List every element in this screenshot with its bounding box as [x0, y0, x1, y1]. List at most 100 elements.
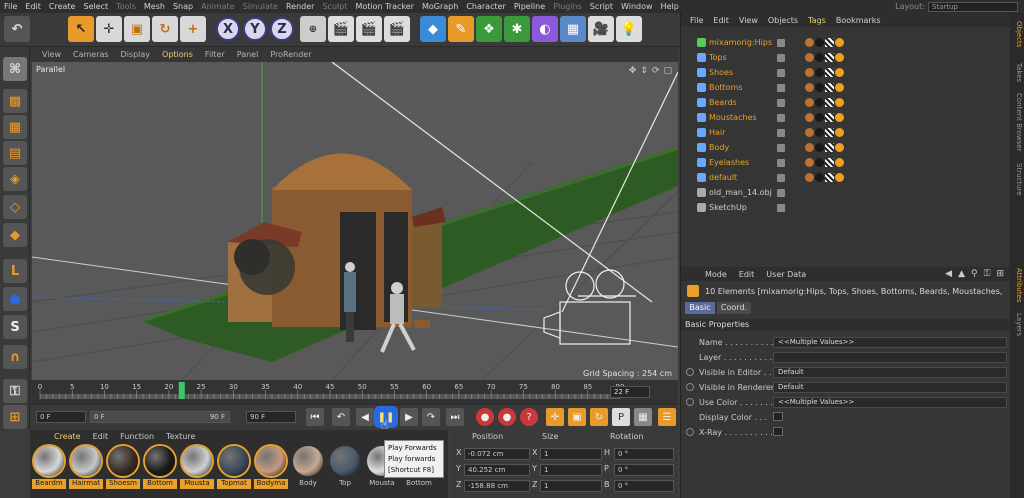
menu-motion-tracker[interactable]: Motion Tracker: [351, 2, 418, 11]
floor-icon[interactable]: ▦: [560, 16, 586, 42]
material-tag-icon[interactable]: [805, 128, 814, 137]
frame-range-slider[interactable]: 0 F 90 F: [90, 411, 230, 423]
viewport-menu-display[interactable]: Display: [115, 50, 157, 59]
up-arrow-icon[interactable]: ▲: [958, 269, 965, 279]
record-keys-icon[interactable]: ●: [476, 408, 494, 426]
key-position-icon[interactable]: ✛: [546, 408, 564, 426]
make-editable-icon[interactable]: ⌘: [3, 57, 27, 81]
coordinate-system-icon[interactable]: ⊕: [300, 16, 326, 42]
object-row-sketchup[interactable]: SketchUp: [681, 200, 1011, 215]
menu-edit[interactable]: Edit: [21, 2, 45, 11]
material-tag-icon[interactable]: [815, 38, 824, 47]
menu-plugins[interactable]: Plugins: [549, 2, 586, 11]
material-bodyma[interactable]: Bodyma: [254, 446, 288, 498]
object-name[interactable]: Beards: [709, 98, 737, 107]
material-tag-icon[interactable]: [825, 98, 834, 107]
visibility-toggle-icon[interactable]: [777, 129, 785, 137]
material-tag-icon[interactable]: [825, 38, 834, 47]
menu-create[interactable]: Create: [45, 2, 80, 11]
material-menu-texture[interactable]: Texture: [160, 432, 201, 441]
attribute-value[interactable]: [773, 351, 1007, 363]
object-name[interactable]: Shoes: [709, 68, 733, 77]
material-tag-icon[interactable]: [835, 68, 844, 77]
viewport-menu-panel[interactable]: Panel: [231, 50, 265, 59]
material-tag-icon[interactable]: [835, 53, 844, 62]
attribute-value[interactable]: Default: [773, 366, 1007, 378]
object-row-eyelashes[interactable]: Eyelashes: [681, 155, 1011, 170]
keyframe-selection-icon[interactable]: ?: [520, 408, 538, 426]
rotate-tool-icon[interactable]: ↻: [152, 16, 178, 42]
visibility-toggle-icon[interactable]: [777, 174, 785, 182]
material-tag-icon[interactable]: [815, 158, 824, 167]
select-tool-icon[interactable]: ↖: [68, 16, 94, 42]
material-hairmat[interactable]: Hairmat: [69, 446, 103, 498]
attribute-menu-user-data[interactable]: User Data: [760, 270, 812, 279]
render-settings-icon[interactable]: 🎬: [384, 16, 410, 42]
material-tag-icon[interactable]: [815, 113, 824, 122]
render-picture-viewer-icon[interactable]: 🎬: [356, 16, 382, 42]
material-tag-icon[interactable]: [835, 83, 844, 92]
coord-p-rotation[interactable]: 0 °: [614, 464, 674, 476]
menu-tools[interactable]: Tools: [112, 2, 140, 11]
material-tag-icon[interactable]: [805, 38, 814, 47]
autokeying-icon[interactable]: ●: [498, 408, 516, 426]
object-name[interactable]: mixamorig:Hips: [709, 38, 772, 47]
material-tag-icon[interactable]: [835, 173, 844, 182]
material-tag-icon[interactable]: [815, 83, 824, 92]
search-icon[interactable]: ⚲: [971, 269, 978, 279]
animation-toggle-icon[interactable]: [686, 383, 694, 391]
menu-file[interactable]: File: [0, 2, 21, 11]
visibility-toggle-icon[interactable]: [777, 114, 785, 122]
attribute-value[interactable]: <<Multiple Values>>: [773, 336, 1007, 348]
viewport-menu-options[interactable]: Options: [156, 50, 199, 59]
cube-icon[interactable]: ◆: [420, 16, 446, 42]
pen-tool-icon[interactable]: ✎: [448, 16, 474, 42]
object-row-shoes[interactable]: Shoes: [681, 65, 1011, 80]
material-topmat[interactable]: Topmat: [217, 446, 251, 498]
timeline-playhead[interactable]: [178, 382, 185, 399]
object-menu-objects[interactable]: Objects: [763, 16, 803, 25]
menu-mograph[interactable]: MoGraph: [418, 2, 462, 11]
tab-basic[interactable]: Basic: [685, 302, 715, 314]
axis-z-button[interactable]: Z: [270, 17, 294, 41]
menu-snap[interactable]: Snap: [169, 2, 197, 11]
back-arrow-icon[interactable]: ◀: [945, 269, 952, 279]
material-mousta[interactable]: Mousta: [180, 446, 214, 498]
object-menu-file[interactable]: File: [685, 16, 708, 25]
object-name[interactable]: Hair: [709, 128, 725, 137]
material-tag-icon[interactable]: [825, 158, 834, 167]
render-view-icon[interactable]: 🎬: [328, 16, 354, 42]
pan-icon[interactable]: ✥: [629, 66, 637, 76]
object-menu-bookmarks[interactable]: Bookmarks: [831, 16, 886, 25]
attribute-menu-edit[interactable]: Edit: [733, 270, 761, 279]
menu-character[interactable]: Character: [462, 2, 510, 11]
attribute-value[interactable]: <<Multiple Values>>: [773, 396, 1007, 408]
maximize-view-icon[interactable]: ▢: [663, 66, 672, 76]
material-tag-icon[interactable]: [805, 68, 814, 77]
add-tool-icon[interactable]: +: [180, 16, 206, 42]
material-tag-icon[interactable]: [805, 158, 814, 167]
zoom-icon[interactable]: ⇕: [640, 66, 648, 76]
previous-key-icon[interactable]: ↶: [332, 408, 350, 426]
material-tag-icon[interactable]: [835, 158, 844, 167]
attribute-swatch[interactable]: [773, 427, 783, 436]
attribute-swatch[interactable]: [773, 412, 783, 421]
magnet-icon[interactable]: ∩: [3, 345, 27, 369]
timeline-window-icon[interactable]: ☰: [658, 408, 676, 426]
coord-y-position[interactable]: 40.252 cm: [464, 464, 530, 476]
visibility-toggle-icon[interactable]: [777, 69, 785, 77]
material-tag-icon[interactable]: [825, 68, 834, 77]
points-mode-icon[interactable]: ◈: [3, 167, 27, 191]
animation-toggle-icon[interactable]: [686, 428, 694, 436]
deformer-icon[interactable]: ◐: [532, 16, 558, 42]
lock-icon[interactable]: ⚿: [984, 269, 991, 279]
key-rotation-icon[interactable]: ↻: [590, 408, 608, 426]
timeline[interactable]: 051015202530354045505560657075808590 22 …: [30, 380, 678, 404]
viewport-menu-prorender[interactable]: ProRender: [264, 50, 317, 59]
material-tag-icon[interactable]: [825, 128, 834, 137]
object-name[interactable]: Bottoms: [709, 83, 743, 92]
move-tool-icon[interactable]: ✛: [96, 16, 122, 42]
material-tag-icon[interactable]: [835, 143, 844, 152]
lock-workplane-icon[interactable]: ⚿: [3, 379, 27, 403]
visibility-toggle-icon[interactable]: [777, 159, 785, 167]
